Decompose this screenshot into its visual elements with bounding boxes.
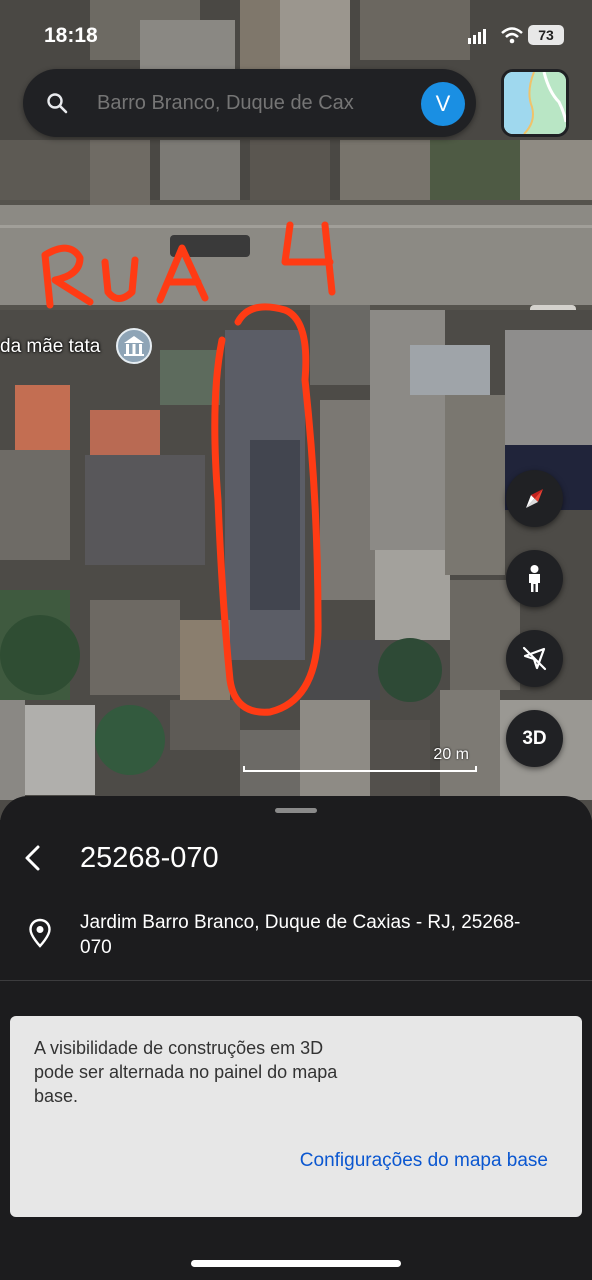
place-title: 25268-070 xyxy=(80,842,219,874)
address-row[interactable]: Jardim Barro Branco, Duque de Caxias - R… xyxy=(0,904,592,980)
scale-label: 20 m xyxy=(433,746,469,763)
battery-indicator: 73 xyxy=(528,25,564,45)
status-bar: 18:18 73 xyxy=(0,0,592,70)
scale-bar xyxy=(243,766,477,772)
status-time: 18:18 xyxy=(44,24,98,47)
back-button[interactable] xyxy=(16,840,52,876)
sheet-drag-handle[interactable] xyxy=(275,808,317,813)
search-icon[interactable] xyxy=(45,91,69,115)
account-avatar[interactable]: V xyxy=(421,82,465,126)
info-snackbar: A visibilidade de construções em 3D pode… xyxy=(10,1016,582,1217)
location-pin-icon xyxy=(29,918,51,948)
compass-button[interactable] xyxy=(506,470,563,527)
place-label[interactable]: da mãe tata xyxy=(0,336,100,358)
place-marker-icon[interactable] xyxy=(116,328,152,364)
search-input[interactable] xyxy=(97,89,417,117)
back-arrow-icon xyxy=(25,845,40,871)
my-location-button[interactable] xyxy=(506,630,563,687)
street-view-icon xyxy=(529,565,540,592)
wifi-icon xyxy=(501,27,523,44)
home-indicator[interactable] xyxy=(191,1260,401,1267)
search-bar[interactable]: V xyxy=(23,69,476,137)
map-layers-icon xyxy=(504,72,566,134)
satellite-map[interactable]: 18:18 73 V xyxy=(0,0,592,820)
base-map-settings-link[interactable]: Configurações do mapa base xyxy=(300,1150,548,1172)
cellular-signal-icon xyxy=(468,29,486,44)
street-view-button[interactable] xyxy=(506,550,563,607)
compass-icon xyxy=(526,489,543,508)
3d-button[interactable]: 3D xyxy=(506,710,563,767)
landmark-icon xyxy=(124,336,144,356)
snackbar-message: A visibilidade de construções em 3D pode… xyxy=(34,1038,338,1106)
map-layers-button[interactable] xyxy=(501,69,569,137)
location-off-icon xyxy=(522,646,547,671)
address-text: Jardim Barro Branco, Duque de Caxias - R… xyxy=(80,912,521,958)
map-scale: 20 m xyxy=(243,746,477,772)
